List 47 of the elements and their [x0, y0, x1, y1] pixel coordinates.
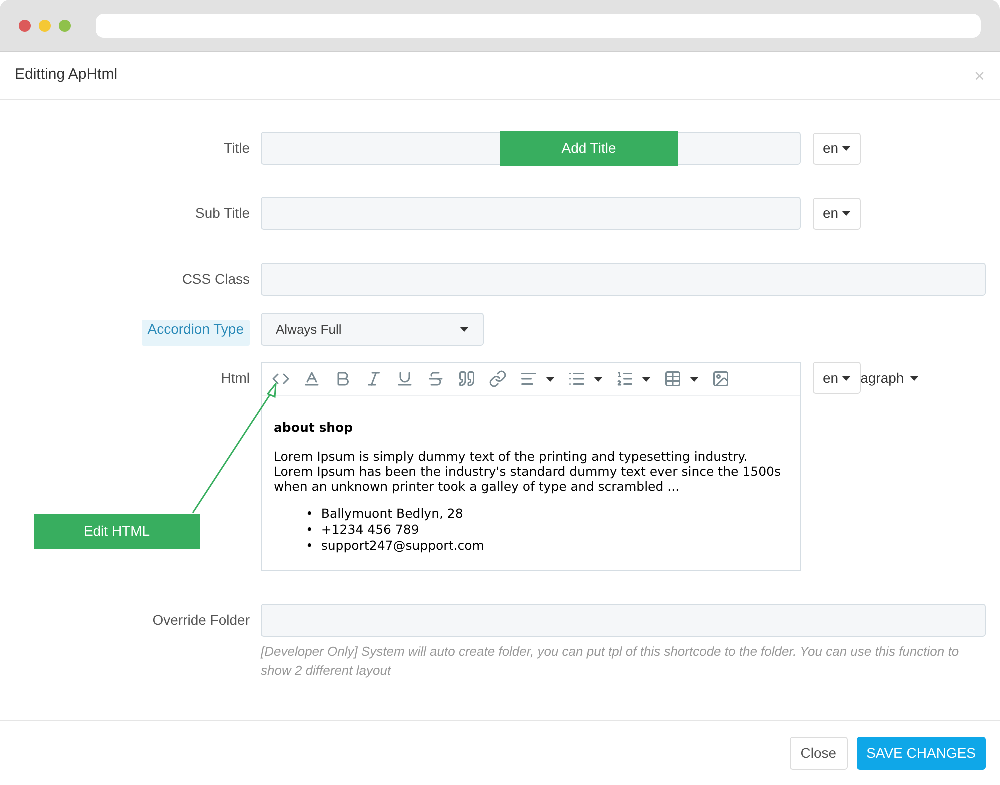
font-color-icon[interactable]: [303, 370, 321, 388]
bullet-marker: •: [306, 538, 314, 554]
editor-paragraph: Lorem Ipsum is simply dummy text of the printing and typesetting industry. Lorem Ipsum has been the industry's standard dummy text ever since the 1500s when an unknown printer took a galley of type and scrambled ...: [274, 449, 782, 494]
text-field[interactable]: [261, 197, 801, 230]
italic-icon[interactable]: [365, 370, 383, 388]
language-dropdown[interactable]: en: [813, 132, 861, 164]
editor-list-item: Ballymuont Bedlyn, 28: [321, 506, 464, 522]
field-label: Title: [224, 139, 250, 158]
image-icon[interactable]: [712, 370, 730, 388]
underline-icon[interactable]: [396, 370, 414, 388]
language-dropdown[interactable]: en: [813, 362, 861, 394]
callout-tooltip: Add Title: [500, 131, 678, 166]
align-left-icon[interactable]: [520, 370, 538, 388]
select-dropdown[interactable]: Always Full: [261, 313, 484, 346]
editor-list-item: +1234 456 789: [321, 522, 420, 538]
caret-icon: [842, 376, 851, 380]
table-icon[interactable]: [664, 370, 682, 388]
field-label: CSS Class: [182, 270, 250, 289]
bullet-marker: •: [306, 506, 314, 522]
caret-icon: [842, 211, 851, 216]
toolbar-caret-icon: [642, 376, 651, 382]
paragraph-format-label: agraph: [860, 368, 904, 388]
field-label: Html: [221, 369, 250, 388]
strikethrough-icon[interactable]: [427, 370, 445, 388]
quote-icon[interactable]: [458, 370, 476, 388]
help-text: [Developer Only] System will auto create folder, you can put tpl of this shortcode to the folder. You can use this function to show 2 different layout: [261, 643, 960, 680]
callout-tooltip: Edit HTML: [34, 514, 200, 549]
cancel-button[interactable]: Close: [790, 736, 848, 770]
field-label: Sub Title: [196, 204, 250, 223]
toolbar-caret-icon: [594, 376, 603, 382]
bullet-list-icon[interactable]: [568, 370, 586, 388]
numbered-list-icon[interactable]: [616, 370, 634, 388]
toolbar-caret-icon: [546, 376, 555, 382]
toolbar-caret-icon: [690, 376, 699, 382]
format-caret-icon: [910, 376, 920, 380]
caret-icon: [842, 146, 851, 151]
language-dropdown[interactable]: en: [813, 198, 861, 230]
text-field[interactable]: [261, 604, 986, 637]
field-label: Override Folder: [152, 611, 250, 630]
link-icon[interactable]: [489, 370, 507, 388]
bullet-marker: •: [306, 522, 314, 538]
modal-title: Editting ApHtml: [15, 65, 118, 86]
editor-heading: about shop: [274, 420, 354, 435]
dropdown-caret-icon: [460, 327, 469, 332]
editor-list-item: support247@support.com: [321, 538, 484, 554]
text-field[interactable]: [261, 263, 986, 296]
field-label: Accordion Type: [142, 320, 250, 346]
